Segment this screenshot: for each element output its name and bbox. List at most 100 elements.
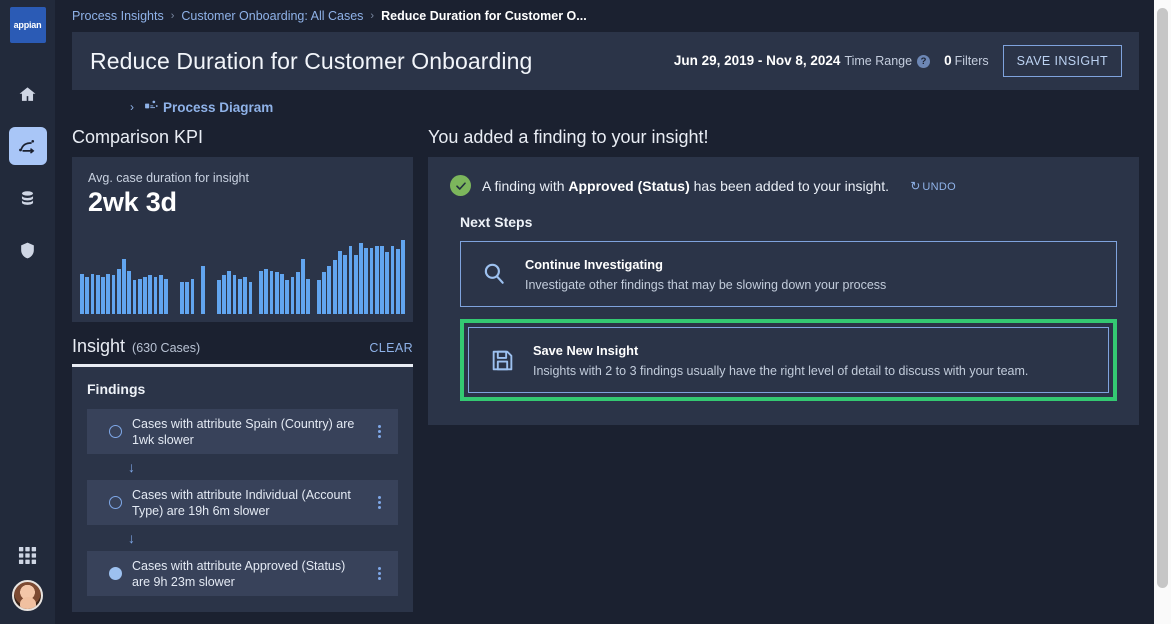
toast-bold: Approved (Status) <box>568 177 690 194</box>
finding-item[interactable]: Cases with attribute Spain (Country) are… <box>87 409 398 454</box>
avatar[interactable] <box>12 580 43 611</box>
sparkline-bar <box>327 266 332 314</box>
sparkline-bar <box>201 266 205 314</box>
finding-overflow-menu-icon[interactable] <box>369 496 390 509</box>
breadcrumb: Process Insights › Customer Onboarding: … <box>55 0 1171 32</box>
step-description: Investigate other findings that may be s… <box>525 278 887 292</box>
sparkline-bar <box>85 277 90 314</box>
date-range-value: Jun 29, 2019 - Nov 8, 2024 <box>673 53 841 68</box>
sparkline-bar <box>185 281 190 314</box>
apps-grid-icon[interactable] <box>9 536 47 574</box>
insight-header: Insight (630 Cases) CLEAR <box>72 322 413 364</box>
home-icon[interactable] <box>9 75 47 113</box>
sparkline-bar <box>380 246 384 314</box>
sparkline-bar <box>385 252 390 314</box>
database-icon[interactable] <box>9 179 47 217</box>
sparkline-bar <box>216 280 221 314</box>
sparkline-bar <box>369 247 374 314</box>
left-column: Comparison KPI Avg. case duration for in… <box>72 124 413 614</box>
sparkline-bar <box>390 246 395 314</box>
undo-icon: ↺ <box>910 178 921 193</box>
sparkline-bar <box>348 246 353 314</box>
undo-button[interactable]: ↺ UNDO <box>910 179 956 193</box>
page-title: Reduce Duration for Customer Onboarding <box>90 47 533 74</box>
finding-item[interactable]: Cases with attribute Individual (Account… <box>87 480 398 525</box>
finding-overflow-menu-icon[interactable] <box>369 425 390 438</box>
filters-label: Filters <box>954 54 989 68</box>
sparkline-bar <box>316 280 321 314</box>
sparkline-bar <box>338 250 342 314</box>
sparkline-bar <box>180 281 184 314</box>
sparkline-bar <box>264 269 269 314</box>
save-icon <box>487 348 517 373</box>
sparkline-bar <box>148 275 153 314</box>
sparkline-bar <box>111 275 116 314</box>
save-insight-button[interactable]: SAVE INSIGHT <box>1002 45 1122 77</box>
time-range-control[interactable]: Jun 29, 2019 - Nov 8, 2024 Time Range? <box>673 52 931 70</box>
sparkline-bar <box>306 278 311 314</box>
sparkline-bar <box>132 280 137 314</box>
findings-panel: Findings Cases with attribute Spain (Cou… <box>72 367 413 612</box>
finding-text: Cases with attribute Approved (Status) a… <box>132 558 346 589</box>
sparkline-bar <box>232 275 237 314</box>
finding-item[interactable]: Cases with attribute Approved (Status) a… <box>87 551 398 596</box>
vertical-scrollbar[interactable] <box>1154 0 1171 624</box>
page-header-bar: Reduce Duration for Customer Onboarding … <box>72 32 1139 90</box>
sparkline-bar <box>285 280 290 314</box>
process-diagram-label: Process Diagram <box>163 99 274 115</box>
step-continue-investigating[interactable]: Continue Investigating Investigate other… <box>460 241 1117 307</box>
shield-icon[interactable] <box>9 231 47 269</box>
step-save-new-insight-wrap: Save New Insight Insights with 2 to 3 fi… <box>460 319 1117 401</box>
time-range-label: Time Range <box>844 54 913 68</box>
filters-control[interactable]: 0 Filters <box>944 52 989 70</box>
sparkline-bar <box>227 270 232 314</box>
scrollbar-thumb[interactable] <box>1157 8 1168 588</box>
sparkline-bar <box>248 281 253 314</box>
next-steps-panel: A finding with Approved (Status) has bee… <box>428 157 1139 425</box>
findings-title: Findings <box>87 381 146 397</box>
sparkline-bar <box>237 278 242 314</box>
sparkline-bar <box>401 240 405 314</box>
step-description: Insights with 2 to 3 findings usually ha… <box>533 364 1029 378</box>
breadcrumb-separator: › <box>370 10 375 22</box>
finding-selected-dot-icon[interactable] <box>109 567 122 580</box>
sparkline-bar <box>101 277 105 314</box>
findings-list: Cases with attribute Spain (Country) are… <box>87 409 398 596</box>
process-diagram-toggle[interactable]: › Process Diagram <box>72 90 1171 124</box>
finding-dot-icon[interactable] <box>109 496 122 509</box>
kpi-card: Avg. case duration for insight 2wk 3d <box>72 157 413 322</box>
breadcrumb-separator: › <box>170 10 175 22</box>
breadcrumb-item-1[interactable]: Customer Onboarding: All Cases <box>181 9 363 23</box>
step-title: Continue Investigating <box>525 257 663 272</box>
sparkline-bar <box>359 243 363 314</box>
sparkline-bar <box>106 273 111 314</box>
header-controls: Jun 29, 2019 - Nov 8, 2024 Time Range? 0F… <box>674 45 1122 77</box>
page-content: Process Insights › Customer Onboarding: … <box>55 0 1171 624</box>
sparkline-bar <box>274 272 279 314</box>
finding-dot-icon[interactable] <box>109 425 122 438</box>
finding-connector: ↓ <box>128 530 135 546</box>
clear-insight-button[interactable]: CLEAR <box>369 341 413 355</box>
kpi-label: Avg. case duration for insight <box>88 171 249 185</box>
step-title: Save New Insight <box>533 343 639 358</box>
sparkline-bar <box>243 277 247 314</box>
sparkline-bar <box>269 270 274 314</box>
toast-message: A finding with Approved (Status) has bee… <box>482 178 889 194</box>
help-icon[interactable]: ? <box>917 55 931 68</box>
finding-text: Cases with attribute Individual (Account… <box>132 487 351 518</box>
breadcrumb-item-0[interactable]: Process Insights <box>72 9 164 23</box>
search-icon <box>479 261 509 287</box>
sparkline-bar <box>137 278 142 314</box>
sparkline-bar <box>153 277 158 314</box>
process-icon[interactable] <box>8 127 47 165</box>
sparkline-bar <box>143 277 147 314</box>
content-columns: Comparison KPI Avg. case duration for in… <box>72 124 1139 614</box>
right-column: You added a finding to your insight! A f… <box>428 124 1139 614</box>
insight-case-count: (630 Cases) <box>132 341 201 355</box>
appian-logo[interactable]: appian <box>9 7 46 43</box>
toast-prefix: A finding with <box>482 177 569 194</box>
step-save-new-insight[interactable]: Save New Insight Insights with 2 to 3 fi… <box>468 327 1109 393</box>
finding-overflow-menu-icon[interactable] <box>369 567 390 580</box>
left-nav-rail: appian <box>0 0 55 624</box>
sparkline-bar <box>395 249 400 314</box>
